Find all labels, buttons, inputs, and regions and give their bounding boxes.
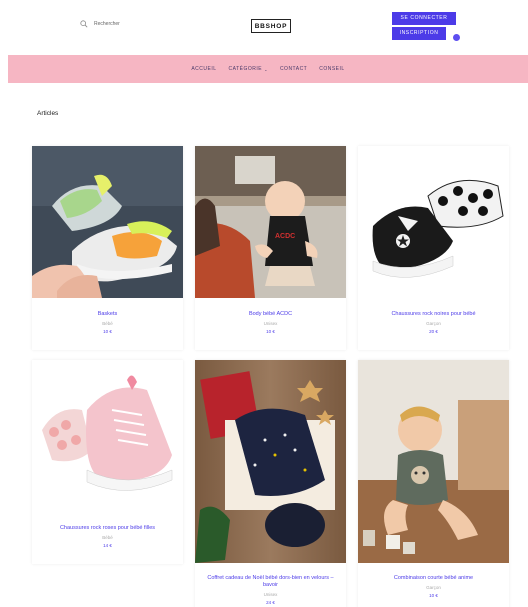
product-name[interactable]: Chaussures rock noires pour bébé	[358, 311, 509, 318]
product-image-black-shoes[interactable]	[358, 146, 509, 298]
product-info: Body bébé ACDC Unisex 10 €	[195, 298, 346, 350]
signup-button[interactable]: INSCRIPTION	[392, 27, 446, 40]
product-image-acdc-body[interactable]: ACDC	[195, 146, 346, 298]
product-info: Combinaison courte bébé anime Garçon 10 …	[358, 563, 509, 607]
nav-item-conseil[interactable]: CONSEIL	[319, 66, 344, 72]
product-price: 10 €	[266, 329, 275, 334]
product-card[interactable]: Chaussures rock noires pour bébé Garçon …	[358, 146, 509, 350]
product-info: Baskets Bébé 10 €	[32, 298, 183, 350]
product-category: Bébé	[102, 535, 113, 540]
product-image-sneakers[interactable]	[32, 146, 183, 298]
product-price: 10 €	[429, 593, 438, 598]
product-price: 14 €	[103, 543, 112, 548]
product-price: 24 €	[266, 600, 275, 605]
search-bar	[80, 20, 154, 28]
nav-item-label: ACCUEIL	[191, 66, 217, 72]
product-image-romper[interactable]	[358, 360, 509, 563]
site-header: BBSHOP SE CONNECTER INSCRIPTION	[0, 0, 528, 55]
product-name[interactable]: Chaussures rock roses pour bébé filles	[32, 525, 183, 532]
auth-buttons: SE CONNECTER INSCRIPTION	[392, 12, 460, 41]
product-card[interactable]: Combinaison courte bébé anime Garçon 10 …	[358, 360, 509, 607]
product-price: 10 €	[103, 329, 112, 334]
product-name[interactable]: Combinaison courte bébé anime	[358, 575, 509, 582]
site-logo[interactable]: BBSHOP	[251, 19, 291, 33]
product-price: 20 €	[429, 329, 438, 334]
product-name[interactable]: Baskets	[32, 311, 183, 318]
product-name[interactable]: Coffret cadeau de Noël bébé dors-bien en…	[195, 575, 346, 589]
product-category: Garçon	[426, 585, 441, 590]
search-input[interactable]	[94, 21, 154, 27]
nav-item-label: CONSEIL	[319, 66, 345, 72]
product-card[interactable]: Chaussures rock roses pour bébé filles B…	[32, 360, 183, 564]
nav-item-label: CONTACT	[279, 66, 308, 72]
product-image-pink-shoes[interactable]	[32, 360, 183, 512]
product-card[interactable]: Coffret cadeau de Noël bébé dors-bien en…	[195, 360, 346, 607]
product-category: Garçon	[426, 321, 441, 326]
nav-item-contact[interactable]: CONTACT	[280, 66, 307, 72]
product-info: Chaussures rock roses pour bébé filles B…	[32, 512, 183, 564]
nav-item-label: CATÉGORIE	[228, 66, 263, 72]
chevron-down-icon: ⌄	[264, 66, 268, 72]
nav-item-categorie[interactable]: CATÉGORIE ⌄	[229, 66, 268, 72]
product-category: Unisex	[263, 592, 278, 597]
notification-dot	[453, 34, 460, 41]
product-image-gift-box[interactable]	[195, 360, 346, 563]
section-title: Articles	[37, 110, 59, 117]
svg-text:ACDC: ACDC	[275, 233, 295, 240]
product-info: Chaussures rock noires pour bébé Garçon …	[358, 298, 509, 350]
nav-item-accueil[interactable]: ACCUEIL	[191, 66, 216, 72]
product-card[interactable]: ACDC Body bébé ACDC Unisex 10 €	[195, 146, 346, 350]
product-category: Bébé	[102, 321, 113, 326]
product-card[interactable]: Baskets Bébé 10 €	[32, 146, 183, 350]
main-nav: ACCUEIL CATÉGORIE ⌄ CONTACT CONSEIL	[8, 55, 528, 83]
login-button[interactable]: SE CONNECTER	[392, 12, 456, 25]
product-info: Coffret cadeau de Noël bébé dors-bien en…	[195, 563, 346, 607]
product-name[interactable]: Body bébé ACDC	[195, 311, 346, 318]
search-icon[interactable]	[80, 20, 88, 28]
product-category: Unisex	[263, 321, 278, 326]
